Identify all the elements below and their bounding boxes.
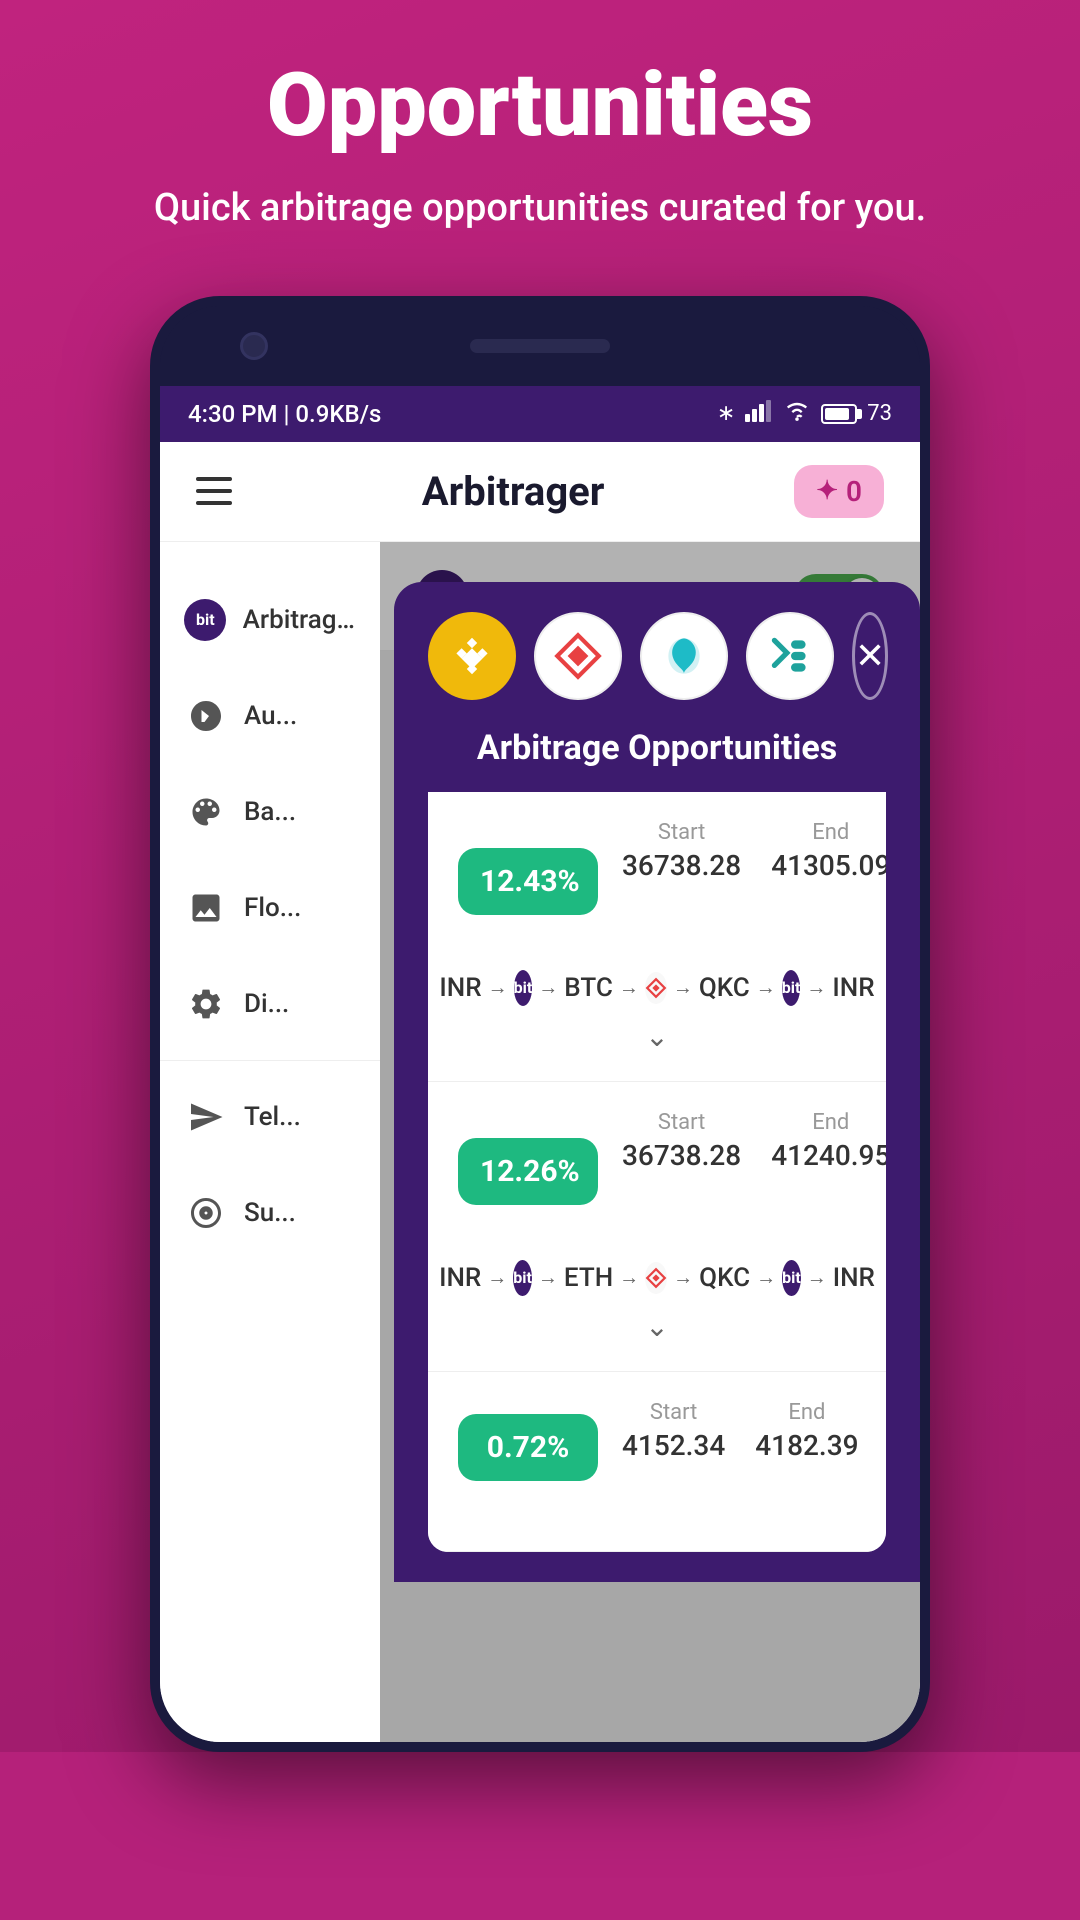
- sidebar-item-arbitrager[interactable]: bit Arbitrager: [160, 572, 380, 668]
- bluetooth-icon: ∗: [717, 401, 735, 426]
- start-label-2: Start: [622, 1110, 741, 1135]
- opportunity-card-2[interactable]: 12.26% Start 36738.28 End: [428, 1082, 886, 1372]
- opp-stats-3: Start 4152.34 End 4182.39: [622, 1400, 886, 1495]
- sparkle-icon: ✦: [816, 476, 838, 506]
- graviex-node-1: [645, 972, 667, 1004]
- opp-stats-1: Start 36738.28 End 41305.09: [622, 820, 886, 944]
- sidebar-label-arbitrager: Arbitrager: [243, 605, 356, 635]
- sidebar-label-telegram: Tel...: [244, 1102, 301, 1132]
- camera-icon: [240, 332, 268, 360]
- sidebar-item-telegram[interactable]: Tel...: [160, 1069, 380, 1165]
- wifi-icon: [783, 400, 811, 428]
- expand-card-2[interactable]: ⌄: [458, 1302, 856, 1351]
- status-time: 4:30 PM | 0.9KB/s: [188, 400, 381, 428]
- status-bar: 4:30 PM | 0.9KB/s ∗: [160, 386, 920, 442]
- notification-button[interactable]: ✦ 0: [794, 465, 884, 518]
- opp-stats-2: Start 36738.28 End 41240.95: [622, 1110, 886, 1234]
- exchange-icons-row: ✕: [428, 612, 886, 700]
- page-title: Opportunities: [40, 60, 1040, 152]
- send-icon: [184, 1095, 228, 1139]
- trade-path-2: INR → bit → ETH →: [458, 1250, 856, 1302]
- hotbit-exchange-icon[interactable]: [640, 612, 728, 700]
- lifebuoy-icon: [184, 1191, 228, 1235]
- bit-node-2: bit: [513, 1260, 532, 1296]
- settings-icon: [184, 982, 228, 1026]
- sidebar-item-support[interactable]: Su...: [160, 1165, 380, 1261]
- signal-icon: [745, 400, 773, 428]
- binance-exchange-icon[interactable]: [428, 612, 516, 700]
- image-icon: [184, 886, 228, 930]
- sidebar-label-support: Su...: [244, 1198, 296, 1228]
- opportunity-card-1[interactable]: 12.43% Start 36738.28 End: [428, 792, 886, 1082]
- graviex-node-2: [645, 1262, 667, 1294]
- modal-panel: ✕ Arbitrage Opportunities 12.43%: [394, 582, 920, 1582]
- battery-icon: [821, 404, 857, 424]
- trade-path-1: INR → bit → BTC →: [458, 960, 856, 1012]
- hamburger-menu[interactable]: [196, 477, 232, 505]
- graviex-exchange-icon[interactable]: [534, 612, 622, 700]
- phone-frame: 4:30 PM | 0.9KB/s ∗: [150, 296, 930, 1752]
- sidebar-label-auto: Au...: [244, 701, 297, 731]
- percent-badge-2: 12.26%: [458, 1138, 598, 1205]
- sidebar-item-auto[interactable]: Au...: [160, 668, 380, 764]
- percent-badge-1: 12.43%: [458, 848, 598, 915]
- modal-overlay: ✕ Arbitrage Opportunities 12.43%: [380, 542, 920, 1742]
- start-label-3: Start: [622, 1400, 725, 1425]
- sidebar-label-flows: Flo...: [244, 893, 301, 923]
- sidebar-item-display[interactable]: Di...: [160, 956, 380, 1052]
- sidebar-item-backtesting[interactable]: Ba...: [160, 764, 380, 860]
- app-header: Arbitrager ✦ 0: [160, 442, 920, 542]
- start-value-1: 36738.28: [622, 849, 741, 882]
- sidebar-label-display: Di...: [244, 989, 289, 1019]
- end-value-2: 41240.95: [771, 1139, 886, 1172]
- start-value-2: 36738.28: [622, 1139, 741, 1172]
- battery-percent: 73: [867, 401, 892, 426]
- modal-close-button[interactable]: ✕: [852, 612, 888, 700]
- end-value-3: 4182.39: [755, 1429, 858, 1462]
- opportunity-card-3[interactable]: 0.72% Start 4152.34 End: [428, 1372, 886, 1552]
- page-subtitle: Quick arbitrage opportunities curated fo…: [40, 182, 1040, 235]
- phone-notch: [160, 306, 920, 386]
- start-value-3: 4152.34: [622, 1429, 725, 1462]
- bit-icon: bit: [184, 598, 227, 642]
- bit-node-2b: bit: [782, 1260, 801, 1296]
- sidebar-label-backtesting: Ba...: [244, 797, 296, 827]
- app-title: Arbitrager: [422, 468, 605, 515]
- start-label-1: Start: [622, 820, 741, 845]
- end-label-1: End: [771, 820, 886, 845]
- bit-node-1: bit: [514, 970, 533, 1006]
- sidebar: bit Arbitrager Au... Ba: [160, 542, 380, 1742]
- kucoin-exchange-icon[interactable]: [746, 612, 834, 700]
- end-label-2: End: [771, 1110, 886, 1135]
- expand-card-1[interactable]: ⌄: [458, 1012, 856, 1061]
- percent-badge-3: 0.72%: [458, 1414, 598, 1481]
- palette-icon: [184, 790, 228, 834]
- sidebar-item-flows[interactable]: Flo...: [160, 860, 380, 956]
- bit-node-1b: bit: [782, 970, 801, 1006]
- speaker-icon: [470, 339, 610, 353]
- end-value-1: 41305.09: [771, 849, 886, 882]
- modal-title: Arbitrage Opportunities: [428, 728, 886, 768]
- opportunities-list: 12.43% Start 36738.28 End: [428, 792, 886, 1552]
- notification-count: 0: [846, 475, 862, 508]
- status-icons: ∗: [717, 400, 892, 428]
- rocket-icon: [184, 694, 228, 738]
- main-area: bit Arbitrager: [380, 542, 920, 1742]
- end-label-3: End: [755, 1400, 858, 1425]
- phone-content: bit Arbitrager Au... Ba: [160, 542, 920, 1742]
